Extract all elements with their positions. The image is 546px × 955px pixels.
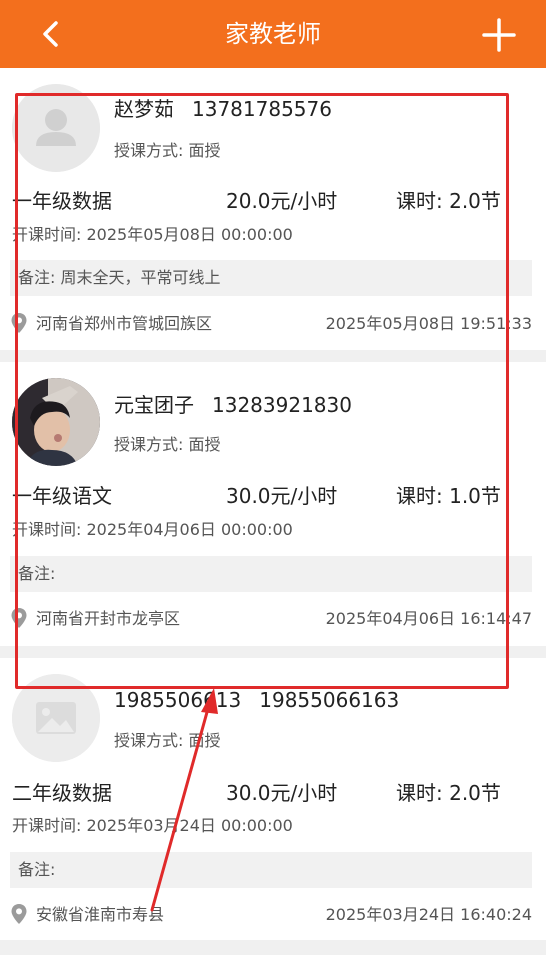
- note: 备注:: [10, 556, 532, 592]
- page-title: 家教老师: [225, 20, 321, 48]
- start-time: 开课时间: 2025年03月24日 00:00:00: [12, 816, 293, 835]
- teacher-name: 赵梦茹: [114, 97, 174, 121]
- note: 备注: 周末全天，平常可线上: [10, 260, 532, 296]
- teacher-name-line: 赵梦茹 13781785576: [114, 95, 332, 123]
- teacher-phone: 13781785576: [192, 97, 332, 121]
- post-time: 2025年04月06日 16:14:47: [325, 609, 532, 628]
- note: 备注:: [10, 852, 532, 888]
- avatar: [12, 674, 100, 762]
- course-name: 一年级语文: [12, 484, 112, 508]
- top-bar: 家教老师: [0, 0, 546, 68]
- address: 河南省开封市龙亭区: [36, 609, 181, 628]
- plus-icon[interactable]: [478, 14, 520, 56]
- teacher-phone: 13283921830: [212, 393, 352, 417]
- location-pin-icon: [11, 313, 27, 333]
- teacher-name-line: 1985506613 19855066163: [114, 686, 399, 714]
- hourly-price: 30.0元/小时: [226, 781, 338, 805]
- lesson-hours: 课时: 1.0节: [396, 484, 501, 508]
- avatar: [12, 84, 100, 172]
- person-icon: [12, 84, 100, 172]
- teaching-mode: 授课方式: 面授: [114, 141, 221, 160]
- teacher-card[interactable]: 1985506613 19855066163 授课方式: 面授 二年级数据 30.…: [0, 658, 546, 940]
- start-time: 开课时间: 2025年04月06日 00:00:00: [12, 520, 293, 539]
- address: 河南省郑州市管城回族区: [36, 314, 213, 333]
- post-time: 2025年03月24日 16:40:24: [325, 905, 532, 924]
- teacher-name: 1985506613: [114, 688, 242, 712]
- teacher-name: 元宝团子: [114, 393, 194, 417]
- teacher-card[interactable]: 赵梦茹 13781785576 授课方式: 面授 一年级数据 20.0元/小时 课…: [0, 68, 546, 350]
- address: 安徽省淮南市寿县: [36, 905, 165, 924]
- image-placeholder-icon: [12, 674, 100, 762]
- teacher-card[interactable]: 元宝团子 13283921830 授课方式: 面授 一年级语文 30.0元/小时 …: [0, 362, 546, 646]
- teacher-name-line: 元宝团子 13283921830: [114, 391, 352, 419]
- lesson-hours: 课时: 2.0节: [396, 781, 501, 805]
- avatar: [12, 378, 100, 466]
- hourly-price: 20.0元/小时: [226, 189, 338, 213]
- teaching-mode: 授课方式: 面授: [114, 731, 221, 750]
- location-pin-icon: [11, 608, 27, 628]
- location-pin-icon: [11, 904, 27, 924]
- teacher-phone: 19855066163: [259, 688, 400, 712]
- start-time: 开课时间: 2025年05月08日 00:00:00: [12, 225, 293, 244]
- course-name: 二年级数据: [12, 781, 112, 805]
- course-name: 一年级数据: [12, 189, 112, 213]
- post-time: 2025年05月08日 19:51:33: [325, 314, 532, 333]
- user-photo: [12, 378, 100, 466]
- teaching-mode: 授课方式: 面授: [114, 435, 221, 454]
- lesson-hours: 课时: 2.0节: [396, 189, 501, 213]
- hourly-price: 30.0元/小时: [226, 484, 338, 508]
